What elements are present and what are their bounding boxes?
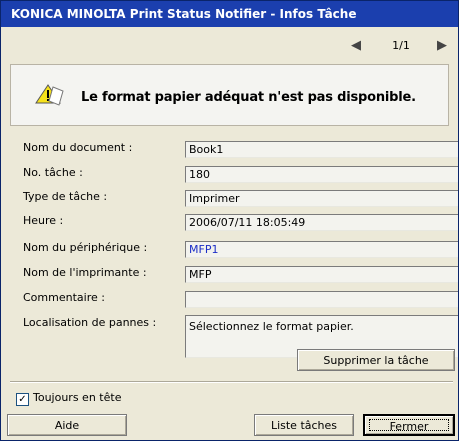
field-device-name: MFP1: [185, 241, 458, 258]
arrow-left-icon[interactable]: ◀: [345, 36, 367, 56]
field-job-type: Imprimer: [185, 190, 458, 207]
label-document-name: Nom du document :: [23, 141, 133, 154]
field-printer-name: MFP: [185, 266, 458, 283]
field-comment: [185, 291, 458, 308]
window-title: KONICA MINOLTA Print Status Notifier - I…: [1, 1, 458, 27]
status-message-text: Le format papier adéquat n'est pas dispo…: [81, 90, 416, 105]
label-job-type: Type de tâche :: [23, 190, 108, 203]
label-comment: Commentaire :: [23, 291, 105, 304]
arrow-right-icon[interactable]: ▶: [431, 36, 453, 56]
field-document-name: Book1: [185, 141, 458, 158]
page-indicator: 1/1: [392, 39, 410, 52]
job-list-button[interactable]: Liste tâches: [254, 414, 354, 436]
label-job-number: No. tâche :: [23, 166, 83, 179]
field-time: 2006/07/11 18:05:49: [185, 214, 458, 231]
delete-job-button[interactable]: Supprimer la tâche: [297, 349, 455, 371]
print-status-window: KONICA MINOLTA Print Status Notifier - I…: [0, 0, 459, 441]
warning-paper-icon: [35, 84, 64, 106]
close-button[interactable]: Fermer: [363, 414, 455, 436]
label-device-name: Nom du périphérique :: [23, 241, 148, 254]
page-navigation: ◀ 1/1 ▶: [1, 32, 458, 60]
close-button-label: Fermer: [389, 420, 429, 433]
help-button[interactable]: Aide: [7, 414, 127, 436]
label-printer-name: Nom de l'imprimante :: [23, 266, 147, 279]
status-message-panel: Le format papier adéquat n'est pas dispo…: [10, 64, 449, 126]
label-time: Heure :: [23, 214, 64, 227]
always-on-top-label: Toujours en tête: [33, 391, 122, 404]
always-on-top-checkbox[interactable]: ✓: [16, 393, 29, 406]
field-job-number: 180: [185, 166, 458, 183]
divider: [10, 381, 453, 383]
label-troubleshooting: Localisation de pannes :: [23, 316, 157, 329]
